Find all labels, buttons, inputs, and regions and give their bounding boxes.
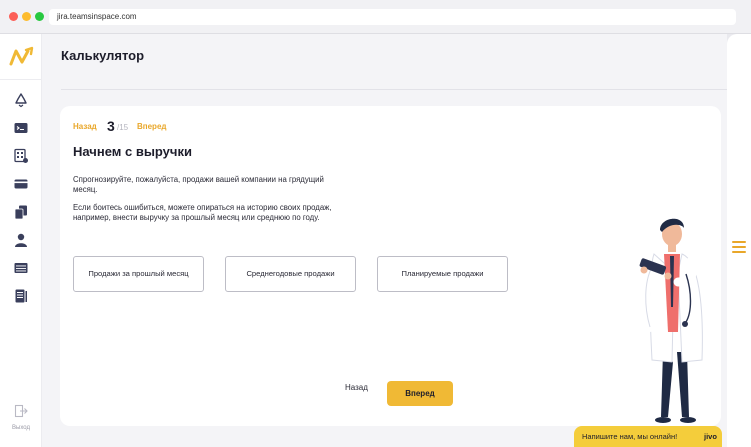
sidebar-divider — [0, 79, 42, 80]
option-planned-sales-button[interactable]: Планируемые продажи — [377, 256, 508, 292]
forward-button[interactable]: Вперед — [387, 381, 453, 406]
stepper-forward-link[interactable]: Вперед — [137, 122, 166, 131]
option-last-month-sales-button[interactable]: Продажи за прошлый месяц — [73, 256, 204, 292]
stepper-total-steps: /15 — [117, 123, 129, 132]
sidebar: Выход — [0, 34, 42, 447]
address-bar[interactable]: jira.teamsinspace.com — [49, 9, 736, 25]
title-divider — [61, 89, 727, 90]
user-icon[interactable] — [13, 232, 29, 248]
browser-chrome: jira.teamsinspace.com — [0, 0, 751, 34]
page-title: Калькулятор — [61, 48, 145, 63]
back-button[interactable]: Назад — [345, 383, 368, 392]
report-icon[interactable] — [13, 288, 29, 304]
documents-icon[interactable] — [13, 204, 29, 220]
description-paragraph-2: Если боитесь ошибиться, можете опираться… — [73, 203, 332, 222]
close-window-button[interactable] — [9, 12, 18, 21]
chat-brand-label: jivo — [704, 432, 717, 441]
chat-widget-button[interactable]: Напишите нам, мы онлайн! — [574, 426, 722, 447]
calculator-card: Назад 3 /15 Вперед Начнем с выручки Спро… — [60, 106, 721, 426]
logout-label: Выход — [12, 425, 30, 431]
terminal-icon[interactable] — [13, 120, 29, 136]
doctor-illustration — [639, 218, 703, 423]
list-icon[interactable] — [13, 260, 29, 276]
stepper-back-link[interactable]: Назад — [73, 122, 97, 131]
option-average-annual-sales-button[interactable]: Среднегодовые продажи — [225, 256, 356, 292]
recycle-icon[interactable] — [13, 92, 29, 108]
minimize-window-button[interactable] — [22, 12, 31, 21]
calculator-icon[interactable] — [13, 148, 29, 164]
description-paragraph-1: Спрогнозируйте, пожалуйста, продажи ваше… — [73, 175, 324, 194]
stepper-current-step: 3 — [107, 118, 115, 134]
section-heading: Начнем с выручки — [73, 144, 192, 159]
logo[interactable] — [9, 46, 35, 68]
main-area: Калькулятор Назад 3 /15 Вперед Начнем с … — [42, 34, 727, 447]
logout-icon — [14, 404, 28, 418]
credit-card-icon[interactable] — [13, 176, 29, 192]
logout-button[interactable]: Выход — [6, 404, 36, 431]
maximize-window-button[interactable] — [35, 12, 44, 21]
